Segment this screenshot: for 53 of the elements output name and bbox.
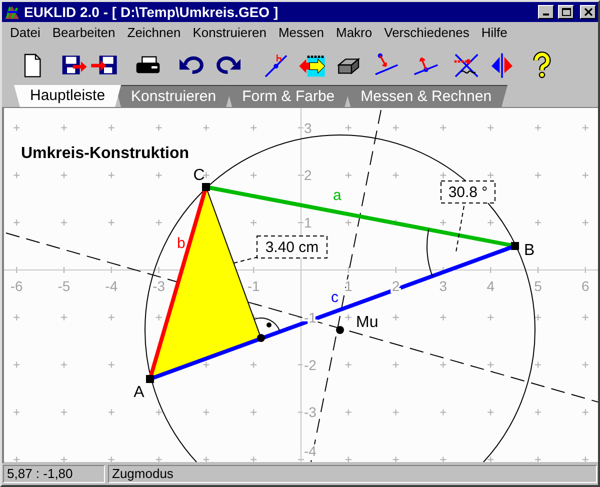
- maximize-button[interactable]: [558, 5, 574, 19]
- side-label: c: [331, 289, 338, 306]
- menu-item[interactable]: Zeichnen: [121, 23, 187, 43]
- minimize-button[interactable]: [538, 5, 554, 19]
- side-label: b: [177, 235, 186, 252]
- intersection-icon[interactable]: [452, 51, 480, 79]
- point-label: Mu: [356, 314, 378, 331]
- menu-item[interactable]: Messen: [272, 23, 330, 43]
- window-title: EUKLID 2.0 - [ D:\Temp\Umkreis.GEO ]: [24, 2, 280, 22]
- leader-line: [234, 256, 258, 264]
- tab[interactable]: Hauptleiste: [14, 85, 122, 107]
- menu-item[interactable]: Bearbeiten: [46, 23, 122, 43]
- axis-label: 2: [304, 167, 312, 184]
- tab[interactable]: Messen & Rechnen: [344, 85, 508, 107]
- right-angle-dot: [266, 322, 272, 328]
- axis-label: -2: [304, 356, 316, 373]
- center-point[interactable]: [336, 326, 344, 334]
- axis-label: 3: [439, 278, 448, 294]
- axis-label: -6: [10, 278, 23, 294]
- axis-label: -5: [58, 278, 70, 294]
- axis-label: -3: [152, 278, 166, 294]
- app-logo-icon: [4, 4, 20, 20]
- axis-label: 4: [486, 278, 494, 294]
- drawing-title: Umkreis-Konstruktion: [21, 145, 190, 162]
- close-icon: [584, 8, 592, 16]
- axis-label: 6: [582, 278, 590, 294]
- point-label: A: [134, 384, 144, 401]
- angle-arc: [426, 229, 433, 277]
- leader-line: [456, 206, 464, 252]
- status-coordinates: 5,87 : -1,80: [3, 465, 105, 483]
- axis-label: -1: [247, 278, 260, 294]
- side-label: a: [333, 187, 342, 204]
- right-angle-arc: [254, 318, 280, 332]
- point-label: C: [193, 167, 205, 184]
- axis-label: 1: [344, 278, 352, 294]
- status-mode: Zugmodus: [108, 465, 597, 483]
- maximize-icon: [562, 8, 570, 16]
- axis-label: 5: [534, 278, 542, 294]
- axis-label: 3: [304, 120, 312, 136]
- menu-item[interactable]: Verschiedenes: [378, 23, 476, 43]
- point-label: B: [524, 242, 535, 259]
- menu-item[interactable]: Hilfe: [475, 23, 514, 43]
- menu-item[interactable]: Makro: [330, 23, 378, 43]
- axis-label: 1: [304, 214, 312, 231]
- measurement-label[interactable]: 30.8 °: [440, 180, 496, 204]
- axis-label: -4: [304, 443, 316, 459]
- axis-label: -3: [304, 404, 316, 420]
- foot-point[interactable]: [257, 334, 265, 342]
- axis-label: -4: [105, 278, 118, 294]
- close-button[interactable]: [580, 5, 596, 19]
- measurement-label[interactable]: 3.40 cm: [256, 236, 328, 258]
- menu-item[interactable]: Konstruieren: [186, 23, 272, 43]
- menu-item[interactable]: Datei: [4, 23, 46, 43]
